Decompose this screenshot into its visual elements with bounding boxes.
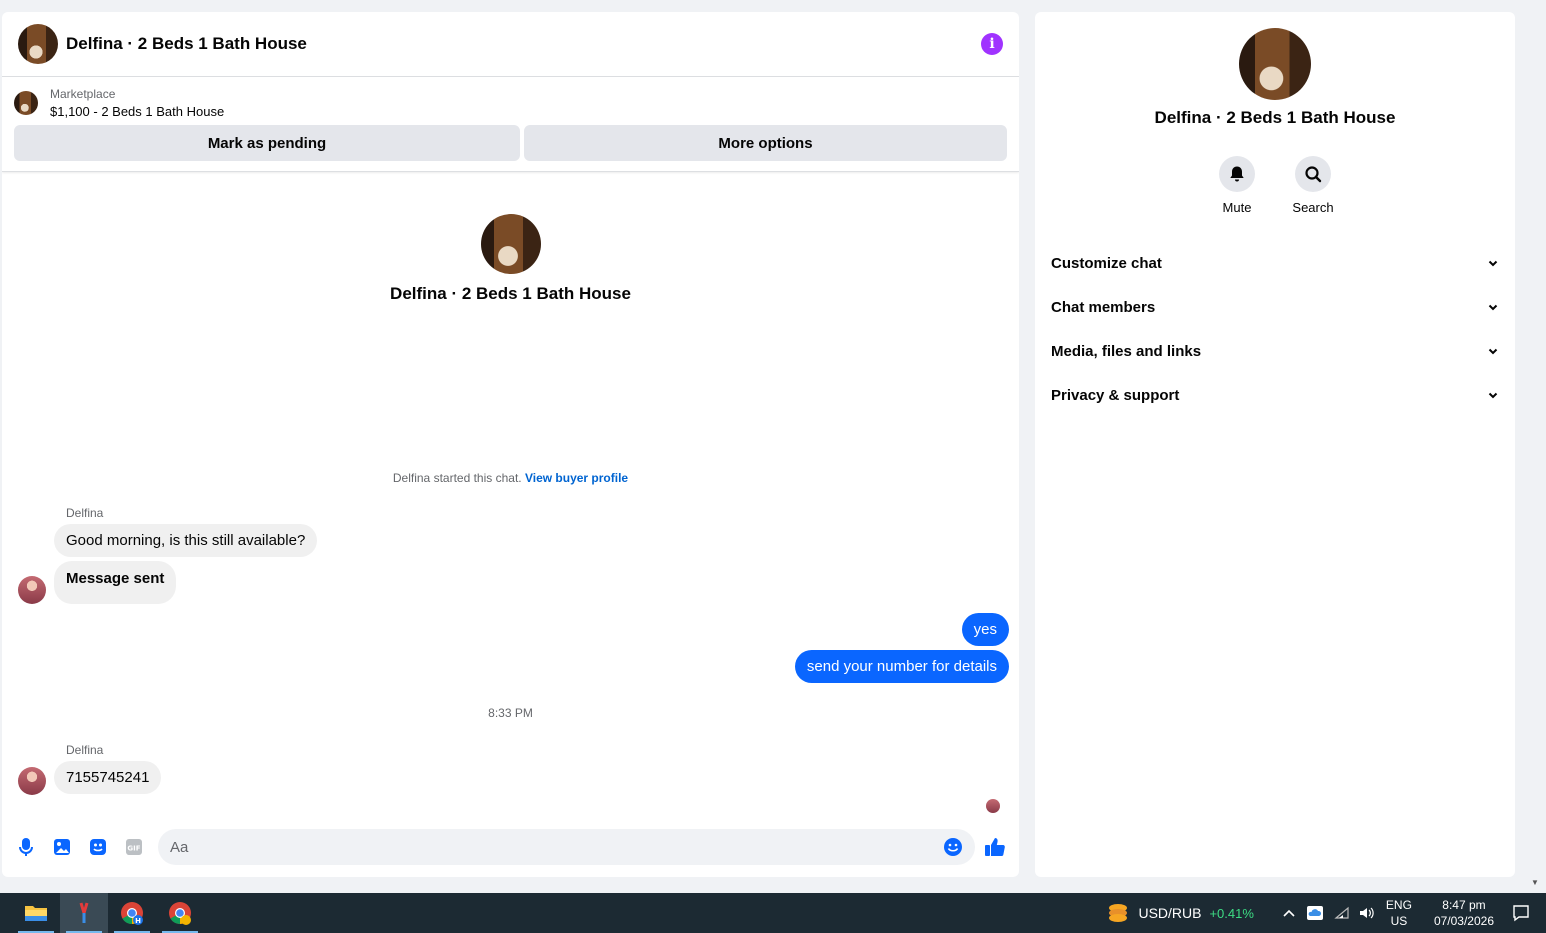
bell-icon bbox=[1230, 166, 1244, 182]
ticker-change: +0.41% bbox=[1209, 905, 1254, 921]
microphone-icon[interactable] bbox=[14, 835, 38, 859]
mute-button[interactable]: Mute bbox=[1217, 156, 1257, 215]
intro-name: Delfina · 2 Beds 1 Bath House bbox=[390, 284, 631, 303]
conversation-intro: Delfina · 2 Beds 1 Bath House bbox=[2, 214, 1019, 304]
notifications-icon[interactable] bbox=[1512, 904, 1530, 922]
section-privacy-support[interactable]: Privacy & support bbox=[1035, 373, 1515, 417]
section-label: Media, files and links bbox=[1051, 342, 1202, 360]
svg-text:H: H bbox=[135, 917, 141, 925]
system-tray: USD/RUB +0.41% ENG US 8:47 pm 07/03/2026 bbox=[1106, 893, 1546, 933]
sender-avatar[interactable] bbox=[18, 767, 46, 795]
gif-icon[interactable]: GIF bbox=[122, 835, 146, 859]
wifi-icon[interactable] bbox=[1334, 905, 1352, 921]
chrome-profile-icon[interactable] bbox=[156, 893, 204, 933]
search-label: Search bbox=[1292, 200, 1334, 215]
photo-icon[interactable] bbox=[50, 835, 74, 859]
chat-header: Delfina · 2 Beds 1 Bath House i bbox=[2, 12, 1019, 77]
more-options-button[interactable]: More options bbox=[524, 125, 1007, 161]
scroll-down-arrow[interactable]: ▼ bbox=[1531, 878, 1539, 887]
message-input-placeholder: Aa bbox=[170, 838, 189, 856]
message-input[interactable]: Aa bbox=[158, 829, 975, 865]
sender-label: Delfina bbox=[66, 506, 104, 520]
message-sent-bubble[interactable]: Message sent bbox=[54, 561, 177, 604]
search-button[interactable]: Search bbox=[1292, 156, 1334, 215]
search-icon bbox=[1305, 166, 1322, 183]
message-timestamp: 8:33 PM bbox=[488, 706, 533, 720]
profile-name: Delfina · 2 Beds 1 Bath House bbox=[1154, 108, 1396, 127]
chat-info-panel: Delfina · 2 Beds 1 Bath House Mute Searc… bbox=[1035, 12, 1515, 877]
section-label: Chat members bbox=[1051, 298, 1156, 316]
clock[interactable]: 8:47 pm 07/03/2026 bbox=[1434, 897, 1494, 929]
intro-avatar bbox=[480, 214, 541, 274]
emoji-icon[interactable] bbox=[943, 837, 963, 857]
section-label: Customize chat bbox=[1051, 254, 1162, 272]
seen-indicator-avatar bbox=[986, 799, 1000, 813]
mute-label: Mute bbox=[1222, 200, 1252, 215]
onedrive-icon[interactable] bbox=[1306, 905, 1324, 921]
listing-thumbnail[interactable] bbox=[14, 91, 38, 115]
like-icon[interactable] bbox=[983, 835, 1007, 859]
sticker-icon[interactable] bbox=[86, 835, 110, 859]
svg-text:GIF: GIF bbox=[127, 845, 140, 853]
volume-icon[interactable] bbox=[1358, 905, 1376, 921]
profile-avatar[interactable] bbox=[1239, 28, 1311, 100]
language-indicator[interactable]: ENG US bbox=[1386, 897, 1412, 929]
mark-as-pending-button[interactable]: Mark as pending bbox=[14, 125, 520, 161]
chevron-down-icon bbox=[1488, 348, 1498, 355]
language-code: ENG bbox=[1385, 898, 1412, 912]
listing-name[interactable]: $1,100 - 2 Beds 1 Bath House bbox=[50, 104, 224, 119]
ticker-label[interactable]: USD/RUB bbox=[1138, 905, 1201, 921]
chrome-icon[interactable]: H bbox=[108, 893, 156, 933]
windows-taskbar: H USD/RUB +0.41% ENG US 8:47 pm 07/03/20… bbox=[0, 893, 1546, 933]
sender-avatar[interactable] bbox=[18, 576, 46, 604]
message-bubble-outgoing[interactable]: yes bbox=[961, 613, 1009, 646]
section-chat-members[interactable]: Chat members bbox=[1035, 285, 1515, 329]
clock-time: 8:47 pm bbox=[1442, 898, 1486, 912]
section-label: Privacy & support bbox=[1051, 386, 1180, 404]
chevron-down-icon bbox=[1488, 260, 1498, 267]
app-icon-active[interactable] bbox=[60, 893, 108, 933]
region-code: US bbox=[1390, 914, 1408, 928]
message-bubble-outgoing[interactable]: send your number for details bbox=[794, 650, 1009, 683]
chevron-up-icon[interactable] bbox=[1282, 908, 1296, 918]
info-icon[interactable]: i bbox=[981, 33, 1003, 55]
message-bubble-incoming[interactable]: 7155745241 bbox=[54, 761, 162, 794]
message-composer: GIF Aa bbox=[2, 825, 1019, 869]
file-explorer-icon[interactable] bbox=[12, 893, 60, 933]
chat-started-notice: Delfina started this chat. View buyer pr… bbox=[2, 471, 1019, 485]
chat-title[interactable]: Delfina · 2 Beds 1 Bath House bbox=[66, 34, 981, 54]
started-text: Delfina started this chat. bbox=[392, 471, 522, 485]
sender-label: Delfina bbox=[66, 743, 104, 757]
section-customize-chat[interactable]: Customize chat bbox=[1035, 241, 1515, 285]
clock-date: 07/03/2026 bbox=[1433, 914, 1494, 928]
chevron-down-icon bbox=[1488, 392, 1498, 399]
currency-widget-icon[interactable] bbox=[1106, 902, 1130, 924]
listing-category: Marketplace bbox=[50, 87, 116, 101]
listing-card: Marketplace $1,100 - 2 Beds 1 Bath House… bbox=[2, 77, 1019, 172]
chat-avatar[interactable] bbox=[18, 24, 58, 64]
chevron-down-icon bbox=[1488, 304, 1498, 311]
view-buyer-profile-link[interactable]: View buyer profile bbox=[525, 471, 628, 485]
chat-panel: Delfina · 2 Beds 1 Bath House i Marketpl… bbox=[2, 12, 1019, 877]
message-bubble-incoming[interactable]: Good morning, is this still available? bbox=[54, 524, 318, 557]
section-media-files-links[interactable]: Media, files and links bbox=[1035, 329, 1515, 373]
